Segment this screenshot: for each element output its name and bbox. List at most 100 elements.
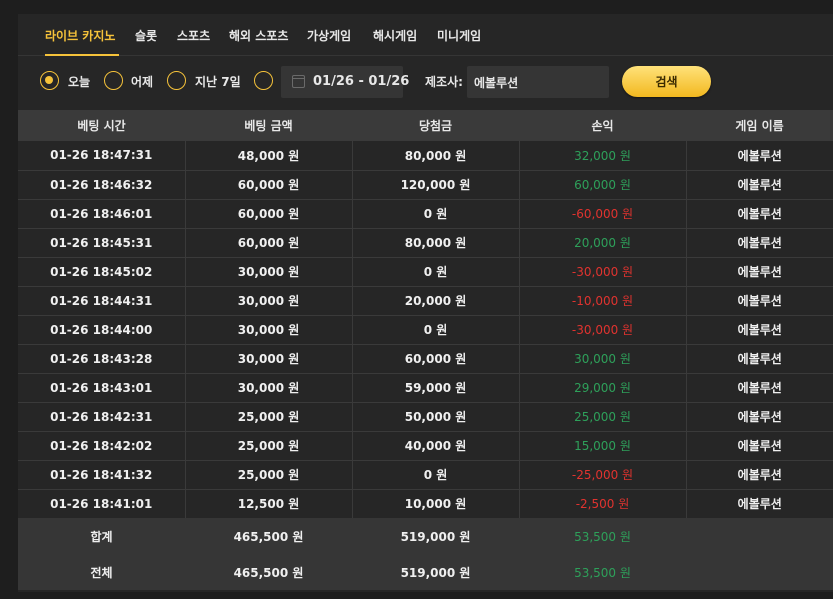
total-row: 전체 465,500 원 519,000 원 53,500 원	[18, 554, 833, 590]
subtotal-win: 519,000 원	[352, 518, 519, 554]
cell-profit-loss: 60,000 원	[518, 169, 686, 199]
table-row: 01-26 18:42:31 25,000 원 50,000 원 25,000 원 에볼…	[18, 401, 833, 431]
table-row: 01-26 18:46:32 60,000 원 120,000 원 60,000 원에…	[18, 169, 833, 199]
tab-virtual-game[interactable]: 가상게임	[307, 27, 351, 44]
cell-bet-time: 01-26 18:45:02	[18, 256, 185, 286]
radio-custom-range[interactable]	[254, 71, 273, 90]
cell-win-amount: 0 원	[351, 314, 519, 344]
cell-profit-loss: -60,000 원	[518, 198, 686, 228]
total-label: 전체	[18, 554, 185, 590]
cell-bet-time: 01-26 18:46:01	[18, 198, 185, 228]
cell-profit-loss: -25,000 원	[518, 459, 686, 489]
maker-select[interactable]: 에볼루션	[467, 66, 609, 98]
cell-profit-loss: 20,000 원	[518, 227, 686, 257]
cell-bet-amount: 60,000 원	[184, 198, 352, 228]
maker-label: 제조사:	[425, 75, 463, 89]
active-tab-indicator	[45, 54, 119, 56]
cell-bet-amount: 30,000 원	[184, 285, 352, 315]
cell-win-amount: 50,000 원	[351, 401, 519, 431]
subtotal-label: 합계	[18, 518, 185, 554]
subtotal-profit-loss: 53,500 원	[519, 518, 686, 554]
table-row: 01-26 18:43:28 30,000 원 60,000 원 30,000 원 에볼…	[18, 343, 833, 373]
radio-today-label: 오늘	[68, 75, 91, 89]
table-row: 01-26 18:41:01 12,500 원 10,000 원 -2,500 원 에볼…	[18, 488, 833, 518]
cell-profit-loss: -30,000 원	[518, 256, 686, 286]
cell-profit-loss: -10,000 원	[518, 285, 686, 315]
date-range-picker[interactable]: 01/26 - 01/26	[281, 66, 409, 98]
subtotal-bet: 465,500 원	[185, 518, 352, 554]
cell-bet-time: 01-26 18:46:32	[18, 169, 185, 199]
cell-bet-time: 01-26 18:41:32	[18, 459, 185, 489]
subtotal-empty	[686, 518, 833, 554]
radio-yesterday[interactable]	[104, 71, 123, 90]
cell-bet-amount: 25,000 원	[184, 401, 352, 431]
cell-win-amount: 40,000 원	[351, 430, 519, 460]
cell-bet-time: 01-26 18:47:31	[50, 148, 153, 163]
table-row: 01-26 18:44:31 30,000 원 20,000 원 -10,000 원에…	[18, 285, 833, 315]
tab-live-casino[interactable]: 라이브 카지노	[45, 27, 115, 44]
calendar-icon	[292, 75, 305, 88]
header-bet-time: 베팅 시간	[18, 110, 185, 141]
cell-game-name: 에볼루션	[685, 401, 833, 431]
cell-game-name: 에볼루션	[685, 372, 833, 402]
cell-win-amount: 0 원	[351, 459, 519, 489]
tab-slot[interactable]: 슬롯	[135, 27, 157, 44]
table-row: 01-26 18:43:01 30,000 원 59,000 원 29,000 원 에볼…	[18, 372, 833, 402]
cell-bet-time: 01-26 18:42:31	[18, 401, 185, 431]
cell-game-name: 에볼루션	[685, 198, 833, 228]
header-bet-amount: 베팅 금액	[185, 110, 352, 141]
table-row: 01-26 18:42:02 25,000 원 40,000 원 15,000 원 에볼…	[18, 430, 833, 460]
cell-win-amount: 80,000 원	[351, 141, 519, 170]
header-profit-loss: 손익	[519, 110, 686, 141]
cell-game-name: 에볼루션	[685, 169, 833, 199]
cell-bet-amount: 48,000 원	[184, 141, 352, 170]
cell-win-amount: 59,000 원	[351, 372, 519, 402]
table-row: 01-26 18:41:32 25,000 원0 원 -25,000 원 에볼루션	[18, 459, 833, 489]
total-win: 519,000 원	[352, 554, 519, 590]
cell-bet-amount: 12,500 원	[184, 488, 352, 518]
cell-bet-amount: 30,000 원	[184, 372, 352, 402]
cell-bet-time: 01-26 18:45:31	[18, 227, 185, 257]
cell-bet-time: 01-26 18:43:01	[18, 372, 185, 402]
header-game-name: 게임 이름	[686, 110, 833, 141]
total-profit-loss: 53,500 원	[519, 554, 686, 590]
betting-table: 베팅 시간 베팅 금액 당첨금 손익 게임 이름 01-26 18:47:31 4…	[18, 110, 833, 590]
total-bet: 465,500 원	[185, 554, 352, 590]
search-button[interactable]: 검색	[622, 66, 711, 97]
table-row: 01-26 18:47:31 48,000 원 80,000 원 32,000 원 에볼…	[18, 141, 833, 170]
cell-bet-amount: 25,000 원	[184, 459, 352, 489]
cell-profit-loss: 30,000 원	[518, 343, 686, 373]
header-win-amount: 당첨금	[352, 110, 519, 141]
cell-game-name: 에볼루션	[685, 256, 833, 286]
cell-win-amount: 120,000 원	[351, 169, 519, 199]
betting-history-panel: 라이브 카지노 슬롯 스포츠 해외 스포츠 가상게임 해시게임 미니게임 오늘 …	[18, 14, 833, 592]
table-row: 01-26 18:45:31 60,000 원 80,000 원 20,000 원 에볼…	[18, 227, 833, 257]
cell-win-amount: 0 원	[351, 198, 519, 228]
cell-profit-loss: -2,500 원	[518, 488, 686, 518]
cell-bet-time: 01-26 18:43:28	[18, 343, 185, 373]
cell-win-amount: 0 원	[351, 256, 519, 286]
cell-bet-amount: 30,000 원	[184, 256, 352, 286]
radio-last-7-days[interactable]	[167, 71, 186, 90]
table-header-row: 베팅 시간 베팅 금액 당첨금 손익 게임 이름	[18, 110, 833, 141]
cell-bet-time: 01-26 18:44:00	[18, 314, 185, 344]
table-row: 01-26 18:45:02 30,000 원0 원 -30,000 원 에볼루션	[18, 256, 833, 286]
cell-game-name: 에볼루션	[685, 141, 833, 170]
cell-game-name: 에볼루션	[685, 488, 833, 518]
cell-bet-amount: 25,000 원	[184, 430, 352, 460]
subtotal-row: 합계 465,500 원 519,000 원 53,500 원	[18, 518, 833, 554]
tab-hash-game[interactable]: 해시게임	[373, 27, 417, 44]
cell-profit-loss: -30,000 원	[518, 314, 686, 344]
cell-bet-time: 01-26 18:44:31	[18, 285, 185, 315]
table-row: 01-26 18:44:00 30,000 원0 원 -30,000 원 에볼루션	[18, 314, 833, 344]
tab-overseas-sports[interactable]: 해외 스포츠	[229, 27, 288, 44]
tab-sports[interactable]: 스포츠	[177, 27, 210, 44]
cell-game-name: 에볼루션	[685, 343, 833, 373]
cell-bet-amount: 30,000 원	[184, 343, 352, 373]
radio-today[interactable]	[40, 71, 59, 90]
radio-yesterday-label: 어제	[131, 75, 154, 89]
date-range-value: 01/26 - 01/26	[313, 74, 410, 89]
cell-profit-loss: 29,000 원	[518, 372, 686, 402]
tab-mini-game[interactable]: 미니게임	[437, 27, 481, 44]
radio-last-7-days-label: 지난 7일	[195, 75, 241, 89]
